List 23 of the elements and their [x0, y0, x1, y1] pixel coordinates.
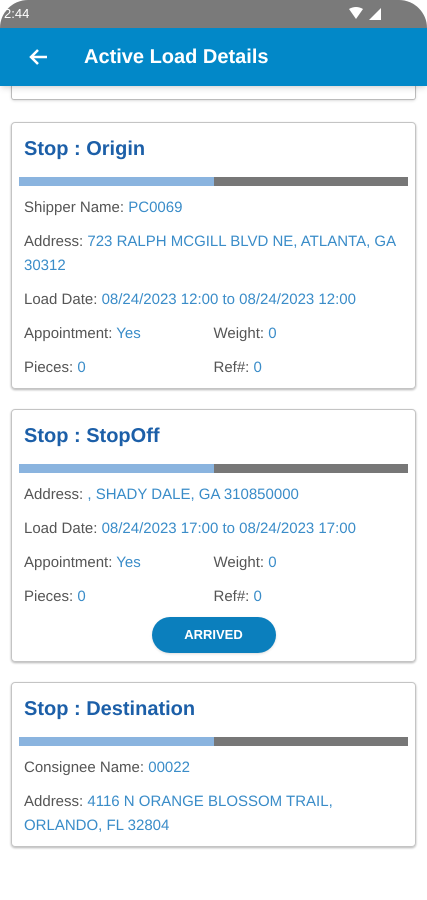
field-text: Weight: 0 [214, 553, 278, 573]
field-text: Weight: 0 [214, 324, 278, 344]
field-text: Load Date: 08/24/2023 12:00 to 08/24/2023 12:00 [24, 290, 357, 310]
field-text: Shipper Name: PC0069 [24, 198, 184, 218]
field-text: Load Date: 08/24/2023 17:00 to 08/24/2023 17:00 [24, 519, 357, 539]
back-arrow-icon [28, 48, 48, 66]
field-text: Address: 4116 N ORANGE BLOSSOM TRAIL, ORLANDO, FL 32804 [24, 792, 334, 836]
field-text: Address: 723 RALPH MCGILL BLVD NE, ATLANTA, GA 30312 [24, 232, 397, 276]
field-text: Pieces: 0 [24, 358, 87, 378]
arrived-button[interactable]: ARRIVED [152, 617, 276, 653]
field-text: Appointment: Yes [24, 324, 142, 344]
field-text: Consignee Name: 00022 [24, 758, 191, 778]
status-time: 2:44 [4, 5, 30, 24]
field-text: Appointment: Yes [24, 553, 142, 573]
field-text: Pieces: 0 [24, 587, 87, 607]
field-text: Ref#: 0 [214, 358, 263, 378]
field-text: Ref#: 0 [214, 587, 263, 607]
wifi-signal-icon [349, 7, 383, 21]
stop-title: Stop : Origin [23, 137, 146, 162]
stop-title: Stop : StopOff [23, 424, 161, 449]
screen-title: Active Load Details [84, 45, 269, 70]
field-text: Address: , SHADY DALE, GA 310850000 [24, 485, 300, 505]
stop-title: Stop : Destination [23, 697, 196, 722]
